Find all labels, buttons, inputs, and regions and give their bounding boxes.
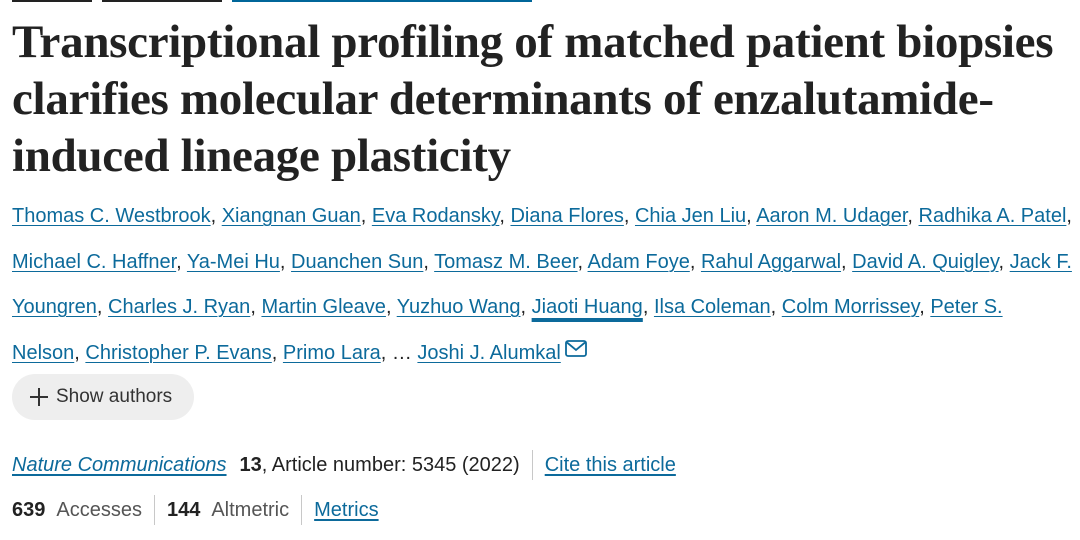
author-separator: , <box>642 296 654 318</box>
cutoff-fragment <box>102 0 222 2</box>
author-link[interactable]: Charles J. Ryan <box>108 296 250 318</box>
author-separator: , <box>689 250 701 273</box>
author-link[interactable]: Xiangnan Guan <box>222 205 361 227</box>
author-link[interactable]: David A. Quigley <box>852 251 998 273</box>
cutoff-link-fragment[interactable] <box>232 0 532 2</box>
author-link[interactable]: Martin Gleave <box>261 296 386 318</box>
altmetric-label: Altmetric <box>211 498 290 521</box>
author-link[interactable]: Joshi J. Alumkal <box>417 342 560 364</box>
author-link[interactable]: Jiaoti Huang <box>532 296 643 318</box>
show-authors-label: Show authors <box>56 386 173 407</box>
author-link[interactable]: Ilsa Coleman <box>654 296 771 318</box>
author-link[interactable]: Aaron M. Udager <box>756 205 907 227</box>
author-separator: , <box>998 250 1010 273</box>
altmetric-count: 144 <box>166 498 201 521</box>
author-separator: , <box>1066 205 1072 227</box>
cutoff-fragment <box>12 0 92 2</box>
envelope-icon[interactable] <box>564 339 587 357</box>
author-separator: , <box>919 296 931 318</box>
author-link[interactable]: Ya-Mei Hu <box>187 251 280 273</box>
citation-row: Nature Communications 13 , Article numbe… <box>12 450 676 480</box>
show-authors-button[interactable]: Show authors <box>12 374 195 420</box>
author-separator: , <box>423 250 435 273</box>
author-separator: , <box>520 296 532 318</box>
author-separator: , <box>841 250 853 273</box>
author-link[interactable]: Eva Rodansky <box>372 205 499 227</box>
accesses-count: 639 <box>12 498 46 521</box>
metrics-row: 639 Accesses 144 Altmetric Metrics <box>12 495 379 525</box>
author-separator: , … <box>380 341 418 364</box>
author-link[interactable]: Diana Flores <box>510 205 623 227</box>
author-separator: , <box>279 250 292 273</box>
author-separator: , <box>907 205 919 227</box>
metrics-link[interactable]: Metrics <box>314 499 378 522</box>
volume: 13 <box>239 453 262 476</box>
author-link[interactable]: Primo Lara <box>283 342 381 364</box>
article-number: , Article number: 5345 (2022) <box>261 453 520 476</box>
author-link[interactable]: Yuzhuo Wang <box>397 296 521 318</box>
divider <box>153 495 155 525</box>
author-link[interactable]: Adam Foye <box>588 251 690 273</box>
accesses-label: Accesses <box>56 498 142 521</box>
author-link[interactable]: Thomas C. Westbrook <box>12 205 211 227</box>
author-link[interactable]: Tomasz M. Beer <box>434 251 577 273</box>
author-separator: , <box>250 296 262 318</box>
author-separator: , <box>385 296 397 318</box>
cite-this-article-link[interactable]: Cite this article <box>545 454 676 477</box>
author-separator: , <box>271 341 283 364</box>
plus-icon <box>30 388 48 406</box>
author-separator: , <box>770 296 782 318</box>
author-separator: , <box>499 205 511 227</box>
author-separator: , <box>176 250 187 273</box>
author-list: Thomas C. Westbrook, Xiangnan Guan, Eva … <box>12 194 1074 376</box>
author-link[interactable]: Colm Morrissey <box>782 296 919 318</box>
author-link[interactable]: Michael C. Haffner <box>12 251 176 273</box>
author-link[interactable]: Duanchen Sun <box>291 251 423 273</box>
author-link[interactable]: Christopher P. Evans <box>85 342 271 364</box>
author-separator: , <box>96 296 109 318</box>
divider <box>531 450 533 480</box>
author-separator: , <box>577 250 588 273</box>
author-separator: , <box>623 205 635 227</box>
author-separator: , <box>74 341 86 364</box>
divider <box>301 495 303 525</box>
journal-link[interactable]: Nature Communications <box>12 454 227 477</box>
author-link[interactable]: Chia Jen Liu <box>635 205 746 227</box>
author-separator: , <box>210 205 222 227</box>
article-title: Transcriptional profiling of matched pat… <box>12 16 1054 182</box>
author-separator: , <box>360 205 372 227</box>
top-cutoff-links <box>12 0 1080 2</box>
author-link[interactable]: Radhika A. Patel <box>919 205 1067 227</box>
author-separator: , <box>746 205 757 227</box>
author-link[interactable]: Rahul Aggarwal <box>701 251 841 273</box>
